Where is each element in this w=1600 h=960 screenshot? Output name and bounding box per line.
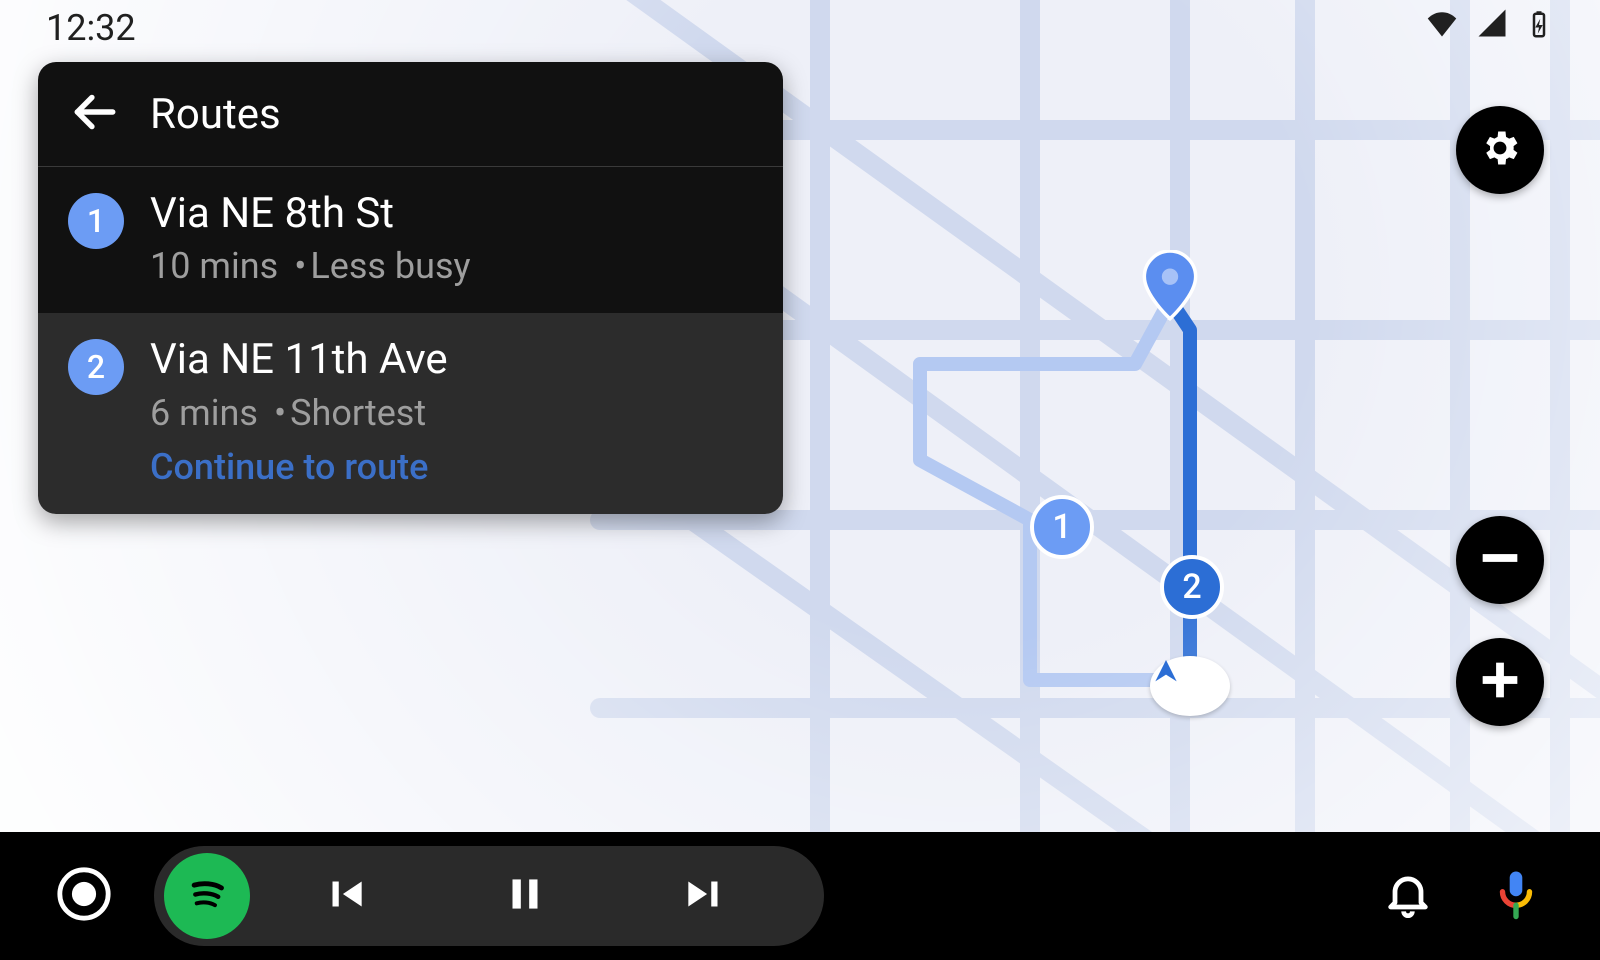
clock-text: 12:32 xyxy=(46,7,136,49)
route-number-text: 2 xyxy=(87,348,105,386)
map-route-marker-1[interactable]: 1 xyxy=(1030,495,1094,559)
bell-icon xyxy=(1382,868,1434,924)
zoom-in-button[interactable] xyxy=(1456,638,1544,726)
spotify-icon xyxy=(179,866,235,926)
route-number-badge: 1 xyxy=(68,193,124,249)
bottom-bar xyxy=(0,832,1600,960)
plus-icon xyxy=(1474,654,1526,710)
pause-icon xyxy=(500,869,550,923)
current-location-icon xyxy=(1150,656,1230,716)
continue-to-route-link[interactable]: Continue to route xyxy=(150,446,448,488)
battery-charging-icon xyxy=(1524,7,1554,49)
zoom-out-button[interactable] xyxy=(1456,516,1544,604)
route-item[interactable]: 2 Via NE 11th Ave 6 mins Shortest Contin… xyxy=(38,313,783,513)
minus-icon xyxy=(1474,532,1526,588)
route-desc-text: Less busy xyxy=(290,245,470,287)
cellular-icon xyxy=(1474,5,1510,50)
gear-icon xyxy=(1478,126,1522,174)
map-route-marker-label: 2 xyxy=(1182,567,1201,607)
media-prev-button[interactable] xyxy=(260,851,430,941)
settings-button[interactable] xyxy=(1456,106,1544,194)
arrow-left-icon xyxy=(69,87,119,141)
route-title-text: Via NE 8th St xyxy=(150,189,471,239)
wifi-icon xyxy=(1424,5,1460,50)
route-title-text: Via NE 11th Ave xyxy=(150,335,448,385)
launcher-button[interactable] xyxy=(46,858,122,934)
media-controls xyxy=(154,846,824,946)
routes-header: Routes xyxy=(38,62,783,167)
route-desc-text: Shortest xyxy=(270,392,426,434)
circle-outline-icon xyxy=(55,865,113,927)
route-item[interactable]: 1 Via NE 8th St 10 mins Less busy xyxy=(38,167,783,313)
back-button[interactable] xyxy=(66,86,122,142)
route-subtitle: 6 mins Shortest xyxy=(150,392,448,434)
voice-assistant-button[interactable] xyxy=(1478,858,1554,934)
map-route-marker-2[interactable]: 2 xyxy=(1160,555,1224,619)
route-number-text: 1 xyxy=(87,202,105,240)
skip-previous-icon xyxy=(320,869,370,923)
skip-next-icon xyxy=(680,869,730,923)
route-time-text: 6 mins xyxy=(150,392,258,434)
spotify-app-button[interactable] xyxy=(164,853,250,939)
routes-card: Routes 1 Via NE 8th St 10 mins Less busy… xyxy=(38,62,783,514)
media-pause-button[interactable] xyxy=(440,851,610,941)
microphone-icon xyxy=(1489,867,1543,925)
route-time-text: 10 mins xyxy=(150,245,278,287)
status-bar: 12:32 xyxy=(0,0,1600,55)
notifications-button[interactable] xyxy=(1370,858,1446,934)
map-route-marker-label: 1 xyxy=(1052,507,1071,547)
route-subtitle: 10 mins Less busy xyxy=(150,245,471,287)
route-number-badge: 2 xyxy=(68,339,124,395)
media-next-button[interactable] xyxy=(620,851,790,941)
destination-pin-icon xyxy=(1142,250,1198,322)
routes-title: Routes xyxy=(150,90,281,139)
